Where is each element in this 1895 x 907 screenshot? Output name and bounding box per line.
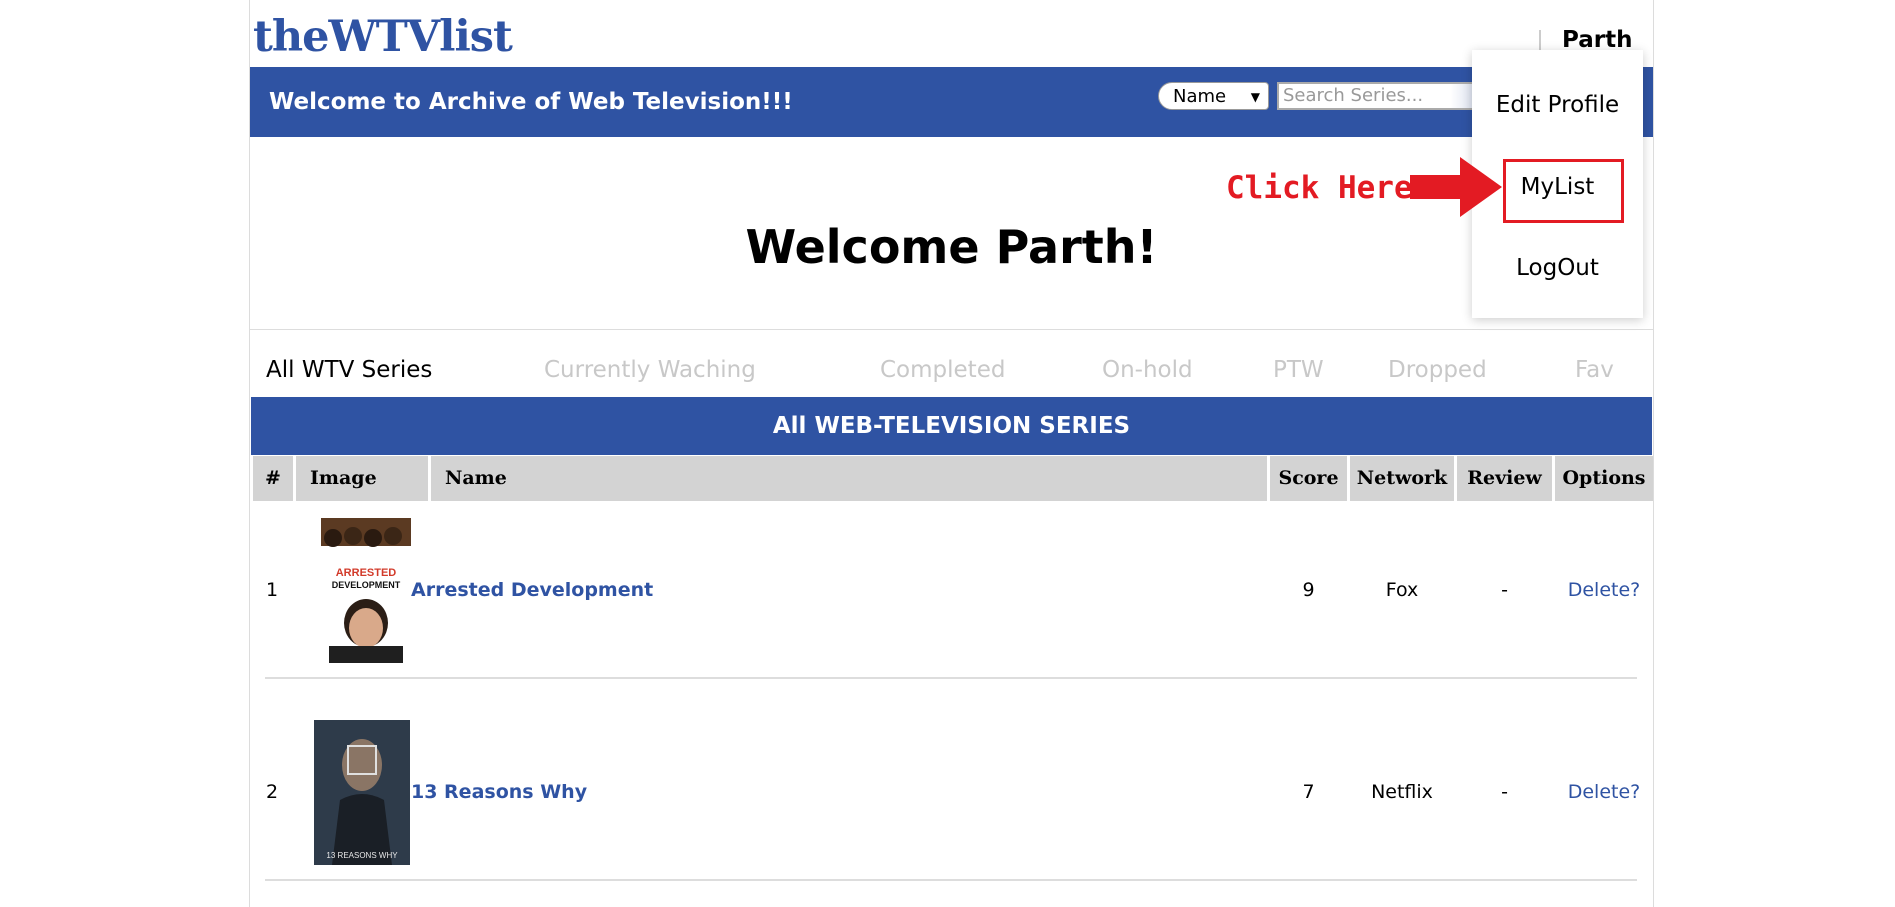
poster-image[interactable]: ARRESTED DEVELOPMENT bbox=[321, 518, 411, 663]
col-header-name: Name bbox=[431, 456, 1267, 501]
search-type-select[interactable]: Name ▼ bbox=[1158, 82, 1269, 110]
navbar-banner: Welcome to Archive of Web Television!!! bbox=[269, 89, 793, 115]
delete-link-label[interactable]: Delete? bbox=[1568, 579, 1641, 601]
mylist-highlight-box bbox=[1503, 159, 1624, 223]
row-number: 2 bbox=[266, 781, 279, 803]
site-logo[interactable]: theWTVlist bbox=[253, 12, 513, 62]
welcome-title: Welcome Parth! bbox=[745, 220, 1158, 274]
navbar: Welcome to Archive of Web Television!!! … bbox=[250, 67, 1653, 137]
series-name[interactable]: Arrested Development bbox=[411, 579, 653, 601]
section-title: All WEB-TELEVISION SERIES bbox=[251, 397, 1652, 455]
menu-item-logout[interactable]: LogOut bbox=[1472, 253, 1643, 283]
tab-fav[interactable]: Fav bbox=[1575, 350, 1614, 390]
tab-ptw[interactable]: PTW bbox=[1273, 350, 1324, 390]
list-tabs: All WTV Series Currently Waching Complet… bbox=[250, 350, 1653, 390]
col-header-review: Review bbox=[1457, 456, 1552, 501]
tab-on-hold[interactable]: On-hold bbox=[1102, 350, 1193, 390]
col-header-number: # bbox=[253, 456, 293, 501]
series-network: Netflix bbox=[1371, 781, 1433, 803]
page-container: theWTVlist Parth Welcome to Archive of W… bbox=[249, 0, 1654, 907]
series-review: - bbox=[1501, 579, 1508, 601]
series-name-link[interactable]: 13 Reasons Why bbox=[411, 780, 587, 804]
series-network: Fox bbox=[1385, 579, 1419, 601]
divider bbox=[250, 329, 1653, 330]
chevron-down-icon: ▼ bbox=[1250, 90, 1260, 104]
arrow-right-icon bbox=[1410, 157, 1502, 217]
series-name-link[interactable]: Arrested Development bbox=[411, 578, 653, 602]
series-review: - bbox=[1501, 781, 1508, 803]
search-type-value: Name bbox=[1173, 86, 1227, 107]
series-name[interactable]: 13 Reasons Why bbox=[411, 781, 587, 803]
row-divider bbox=[265, 879, 1637, 881]
tab-currently-watching[interactable]: Currently Waching bbox=[544, 350, 756, 390]
row-number: 1 bbox=[266, 579, 279, 601]
col-header-image: Image bbox=[296, 456, 428, 501]
tab-dropped[interactable]: Dropped bbox=[1388, 350, 1487, 390]
menu-item-edit-profile[interactable]: Edit Profile bbox=[1472, 90, 1643, 120]
user-separator bbox=[1539, 30, 1541, 50]
poster-image[interactable]: 13 REASONS WHY bbox=[314, 720, 410, 865]
click-here-annotation: Click Here bbox=[1226, 170, 1413, 206]
poster-title-line: DEVELOPMENT bbox=[332, 580, 401, 590]
row-divider bbox=[265, 677, 1637, 679]
col-header-options: Options bbox=[1555, 456, 1653, 501]
delete-link[interactable]: Delete? bbox=[1555, 578, 1653, 602]
delete-link-label[interactable]: Delete? bbox=[1568, 781, 1641, 803]
tab-completed[interactable]: Completed bbox=[880, 350, 1005, 390]
col-header-network: Network bbox=[1350, 456, 1454, 501]
poster-title-line: 13 REASONS WHY bbox=[326, 851, 398, 860]
poster-title-line: ARRESTED bbox=[336, 567, 397, 579]
tab-all-wtv-series[interactable]: All WTV Series bbox=[266, 350, 432, 390]
series-score: 9 bbox=[1302, 579, 1315, 601]
series-score: 7 bbox=[1302, 781, 1315, 803]
col-header-score: Score bbox=[1270, 456, 1347, 501]
delete-link[interactable]: Delete? bbox=[1555, 780, 1653, 804]
